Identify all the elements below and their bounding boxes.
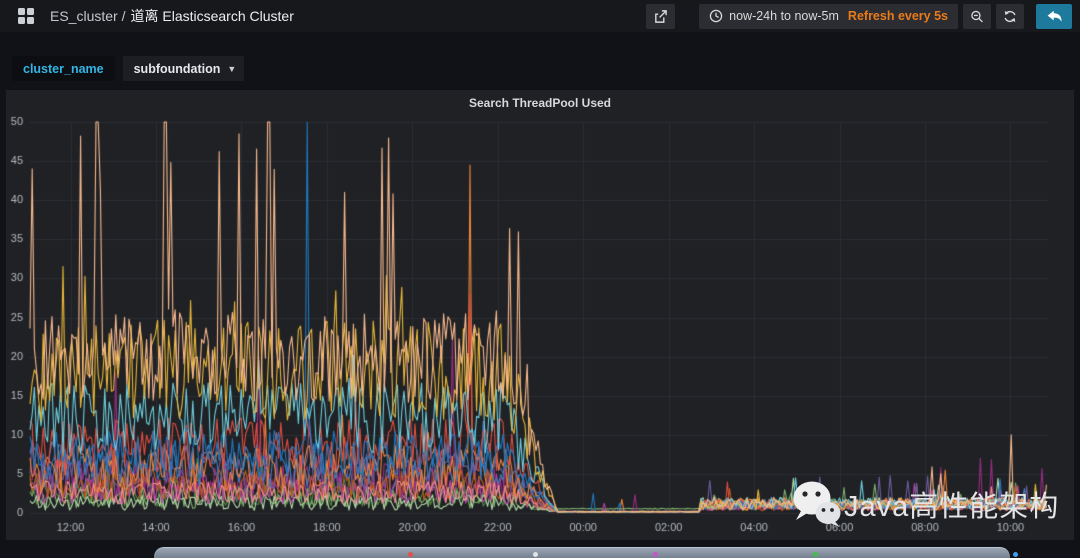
dock-dot [408,552,413,557]
zoom-out-button[interactable] [963,4,991,29]
breadcrumb[interactable]: ES_cluster / 道离 Elasticsearch Cluster [50,6,294,26]
time-range-label: now-24h to now-5m [729,9,839,23]
dock-dot [533,552,538,557]
graph-panel: Search ThreadPool Used [6,90,1074,540]
variable-dropdown[interactable]: subfoundation ▼ [123,56,245,81]
share-button[interactable] [646,4,675,29]
back-button[interactable] [1036,4,1072,29]
return-arrow-icon [1046,10,1063,23]
circular-arrows-icon [1003,9,1017,24]
caret-down-icon: ▼ [227,64,236,74]
refresh-button[interactable] [996,4,1024,29]
dock-dot [813,552,818,557]
refresh-interval-label: Refresh every 5s [848,9,948,23]
clock-icon [709,9,723,23]
time-range-button[interactable]: now-24h to now-5m Refresh every 5s [699,4,958,29]
threadpool-chart-canvas[interactable] [6,116,1074,540]
navbar: ES_cluster / 道离 Elasticsearch Cluster no… [0,0,1080,32]
magnifier-minus-icon [970,9,984,24]
navbar-actions: now-24h to now-5m Refresh every 5s [646,4,1072,29]
breadcrumb-folder[interactable]: ES_cluster / [50,8,125,24]
export-arrow-icon [653,9,668,24]
panel-title[interactable]: Search ThreadPool Used [6,90,1074,116]
variable-label: cluster_name [12,56,115,81]
dock-dot [653,552,658,557]
grid-2x2-icon [18,8,34,24]
variable-row: cluster_name subfoundation ▼ [12,56,244,81]
dashboard-title[interactable]: 道离 Elasticsearch Cluster [130,6,293,26]
apps-menu-button[interactable] [12,2,40,30]
dock[interactable] [154,547,1010,558]
dock-dot [1013,552,1018,557]
variable-value: subfoundation [134,62,221,76]
